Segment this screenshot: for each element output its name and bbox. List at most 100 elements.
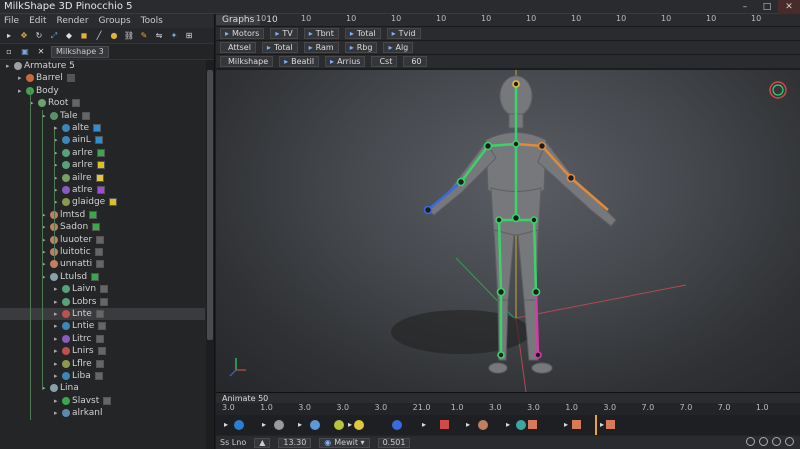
layer-color-swatch[interactable] [96,260,105,269]
info-icon[interactable] [785,437,794,446]
expand-arrow-icon[interactable]: ▸ [18,74,26,82]
expand-arrow-icon[interactable]: ▸ [54,409,62,417]
layer-color-swatch[interactable] [95,334,104,343]
layer-color-swatch[interactable] [94,248,103,256]
tree-row[interactable]: ▸ luuoter [0,234,105,246]
menu-groups[interactable]: Groups [99,16,131,26]
expand-arrow-icon[interactable]: ▸ [42,211,50,219]
keyframe[interactable] [528,420,537,429]
props3-field-2[interactable]: ▸ Arrius [325,56,366,67]
expand-arrow-icon[interactable]: ▸ [54,298,62,306]
layer-color-swatch[interactable] [94,372,103,380]
tree-row[interactable]: ▸ glaidge [0,196,118,208]
expand-arrow-icon[interactable]: ▸ [42,260,50,268]
menu-tools[interactable]: Tools [141,16,163,26]
layer-color-swatch[interactable] [95,359,104,368]
select-tool-icon[interactable]: ▸ [3,30,15,42]
key-marker-icon[interactable]: ▸ [422,420,426,429]
duplicate-icon[interactable]: ▣ [19,46,31,58]
expand-arrow-icon[interactable]: ▸ [54,161,62,169]
menu-edit[interactable]: Edit [29,16,46,26]
layer-color-swatch[interactable] [95,173,104,182]
outliner-scrollbar[interactable] [206,60,214,449]
keyframe[interactable] [392,420,402,430]
tree-row[interactable]: ▸ Lnirs [0,345,106,357]
keyframe[interactable] [440,420,449,429]
tree-row[interactable]: ▸ ainL [0,134,103,146]
expand-arrow-icon[interactable]: ▸ [42,248,50,256]
props2-field-3[interactable]: ▸ Rbg [344,42,378,53]
layer-color-swatch[interactable] [103,396,112,405]
scale-tool-icon[interactable]: ⤢ [48,30,60,42]
move-tool-icon[interactable]: ✥ [18,30,30,42]
key-marker-icon[interactable]: ▸ [224,420,228,429]
expand-arrow-icon[interactable]: ▸ [42,112,50,120]
tree-row[interactable]: ▸ Liba [0,370,103,382]
play-icon[interactable]: ▲ [254,437,271,448]
vertex-tool-icon[interactable]: ◆ [63,30,75,42]
tree-row[interactable]: ▸ atlre [0,184,105,196]
tree-row[interactable]: ▸ arlre [0,159,105,171]
layer-color-swatch[interactable] [81,111,90,120]
weld-tool-icon[interactable]: ✦ [168,30,180,42]
expand-arrow-icon[interactable]: ▸ [54,285,62,293]
props3-field-1[interactable]: ▸ Beatil [279,56,320,67]
tree-row[interactable]: ▸ Barrel [0,72,75,84]
3d-viewport[interactable] [216,70,800,392]
key-marker-icon[interactable]: ▸ [564,420,568,429]
expand-arrow-icon[interactable]: ▸ [42,273,50,281]
layer-color-swatch[interactable] [66,74,75,83]
tree-row[interactable]: ▸ Root [0,97,81,109]
layer-color-swatch[interactable] [98,322,107,331]
layer-color-swatch[interactable] [96,148,105,157]
tree-row[interactable]: ▸ Lina [0,382,79,394]
props2-field-4[interactable]: ▸ Alg [383,42,414,53]
layer-color-swatch[interactable] [97,347,106,356]
playhead[interactable] [594,415,597,435]
tree-row[interactable]: ▸ Litrc [0,333,104,345]
tree-row[interactable]: ▸ arlre [0,147,105,159]
layer-color-swatch[interactable] [96,235,105,244]
keyframe[interactable] [606,420,615,429]
key-marker-icon[interactable]: ▸ [506,420,510,429]
expand-arrow-icon[interactable]: ▸ [42,223,50,231]
expand-arrow-icon[interactable]: ▸ [54,136,62,144]
tree-row[interactable]: ▸ Laivn [0,283,109,295]
keyframe[interactable] [572,420,581,429]
expand-arrow-icon[interactable]: ▸ [6,62,14,70]
tree-row[interactable]: ▸ Tale [0,110,90,122]
layer-color-swatch[interactable] [94,136,103,145]
delete-icon[interactable]: ✕ [35,46,47,58]
props2-field-1[interactable]: ▸ Total [261,42,298,53]
new-icon[interactable]: ▫ [3,46,15,58]
expand-arrow-icon[interactable]: ▸ [18,87,26,95]
props1-field-0[interactable]: ▸ Motors [220,28,265,39]
timeline-ruler[interactable]: 3.0 1.0 3.0 3.0 3.0 21.0 1.0 3.0 3.0 1.0 3.0 7.0 7.0… [216,403,800,415]
tree-row[interactable]: ▸ Sadon [0,221,101,233]
keyframe[interactable] [274,420,284,430]
layer-color-swatch[interactable] [100,285,109,294]
link-tool-icon[interactable]: ⛓ [123,30,135,42]
key-marker-icon[interactable]: ▸ [600,420,604,429]
expand-arrow-icon[interactable]: ▸ [54,310,62,318]
expand-arrow-icon[interactable]: ▸ [42,384,50,392]
key-marker-icon[interactable]: ▸ [262,420,266,429]
tab-graphs[interactable]: Graphs [216,15,261,25]
props1-field-2[interactable]: ▸ Tbnt [303,28,339,39]
layer-color-swatch[interactable] [91,272,100,281]
expand-arrow-icon[interactable]: ▸ [54,322,62,330]
tree-row[interactable]: ▸ Armature 5 [0,60,75,72]
layer-color-swatch[interactable] [96,186,105,194]
keyframe[interactable] [516,420,526,430]
expand-arrow-icon[interactable]: ▸ [54,198,62,206]
expand-arrow-icon[interactable]: ▸ [54,360,62,368]
props2-field-2[interactable]: ▸ Ram [303,42,339,53]
keyframe[interactable] [334,420,344,430]
key-marker-icon[interactable]: ▸ [466,420,470,429]
expand-arrow-icon[interactable]: ▸ [54,397,62,405]
keyframe[interactable] [234,420,244,430]
expand-arrow-icon[interactable]: ▸ [54,174,62,182]
tree-row[interactable]: ▸ Lntie [0,320,107,332]
menu-render[interactable]: Render [57,16,89,26]
keyframe[interactable] [310,420,320,430]
